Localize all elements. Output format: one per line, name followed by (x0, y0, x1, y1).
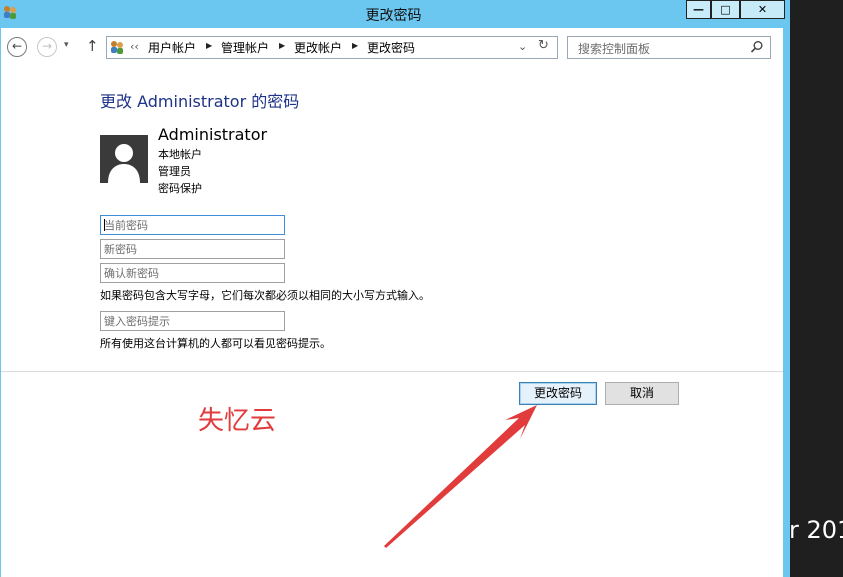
search-placeholder: 搜索控制面板 (578, 42, 651, 56)
user-accounts-icon (111, 41, 123, 54)
new-password-field[interactable] (100, 239, 285, 259)
window-right-border (783, 28, 787, 577)
user-avatar-icon (100, 135, 148, 183)
current-password-field[interactable] (100, 215, 285, 235)
change-password-button[interactable]: 更改密码 (519, 382, 597, 405)
maximize-button[interactable]: □ (711, 0, 740, 19)
breadcrumb-separator-icon[interactable]: ▶ (206, 41, 212, 50)
desktop-background (787, 0, 843, 577)
password-hint-field[interactable] (100, 311, 285, 331)
watermark-text: 失忆云 (198, 406, 277, 436)
breadcrumb-separator-icon[interactable]: ▶ (352, 41, 358, 50)
account-role: 管理员 (158, 165, 191, 178)
case-sensitivity-note: 如果密码包含大写字母，它们每次都必须以相同的大小写方式输入。 (100, 289, 430, 302)
breadcrumb-manage-accounts[interactable]: 管理帐户 (221, 39, 269, 56)
window-title: 更改密码 (365, 8, 422, 24)
close-button[interactable]: ✕ (740, 0, 785, 19)
account-type: 本地帐户 (158, 148, 202, 161)
minimize-button[interactable]: — (686, 0, 711, 19)
password-status: 密码保护 (158, 182, 202, 195)
hidden-crumbs-chevron-icon[interactable]: ‹‹ (130, 40, 139, 53)
cancel-button[interactable]: 取消 (605, 382, 679, 405)
breadcrumb-separator-icon[interactable]: ▶ (279, 41, 285, 50)
breadcrumb-change-password[interactable]: 更改密码 (367, 39, 415, 56)
back-arrow-icon[interactable]: ← (7, 37, 27, 57)
recent-pages-chevron-icon[interactable]: ▾ (64, 40, 69, 50)
breadcrumb-user-accounts[interactable]: 用户帐户 (148, 39, 196, 56)
hint-visibility-note: 所有使用这台计算机的人都可以看见密码提示。 (100, 337, 331, 350)
text-caret (104, 219, 105, 231)
desktop-os-label: r 2012 (789, 516, 843, 544)
up-arrow-icon[interactable]: ↑ (86, 37, 99, 55)
window-left-border (0, 28, 1, 577)
search-icon[interactable] (750, 40, 764, 54)
forward-arrow-icon[interactable]: → (37, 37, 57, 57)
divider (1, 371, 783, 372)
breadcrumb-change-account[interactable]: 更改帐户 (294, 39, 342, 56)
address-history-chevron-icon[interactable]: ⌄ (518, 40, 527, 53)
refresh-icon[interactable]: ↻ (538, 38, 549, 53)
window-edge (787, 0, 790, 577)
user-name: Administrator (158, 125, 268, 144)
page-title: 更改 Administrator 的密码 (100, 92, 300, 111)
confirm-password-field[interactable] (100, 263, 285, 283)
